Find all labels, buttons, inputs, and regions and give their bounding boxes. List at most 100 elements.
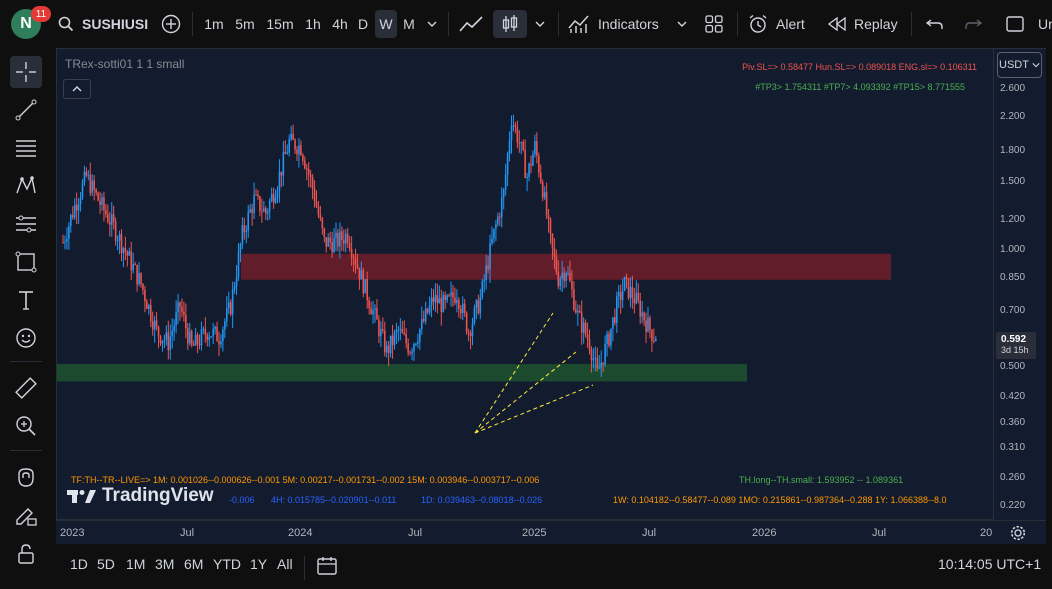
ruler-tool[interactable] [10, 372, 42, 404]
candle-body [101, 197, 103, 205]
timeframe-1h[interactable]: 1h [300, 10, 326, 38]
candle-body [134, 264, 136, 266]
magnet-tool[interactable] [10, 462, 42, 494]
chart-pane[interactable]: TRex-sotti01 1 1 small Piv.SL=> 0.58477 … [56, 48, 994, 520]
goto-date-button[interactable] [316, 555, 338, 582]
range-3m[interactable]: 3M [155, 556, 174, 572]
candle-body [300, 145, 302, 155]
candle-body [565, 273, 567, 281]
candle-body [276, 190, 279, 198]
candle-body [169, 336, 172, 351]
candle-body [374, 308, 376, 311]
timeframe-d[interactable]: D [354, 10, 372, 38]
candle-body [491, 238, 493, 244]
price-tick-label: 0.700 [1000, 304, 1026, 316]
compare-button[interactable] [158, 10, 184, 38]
alert-label: Alert [776, 16, 805, 32]
shapes-tool[interactable] [10, 246, 42, 278]
lock-drawing-tool[interactable] [10, 500, 42, 532]
time-axis[interactable]: 2023 Jul 2024 Jul 2025 Jul 2026 Jul 20 [56, 520, 1046, 544]
candle-body [284, 152, 287, 154]
fib-tool[interactable] [10, 132, 42, 164]
indicators-button[interactable]: Indicators [568, 10, 668, 38]
clock[interactable]: 10:14:05 UTC+1 [938, 556, 1041, 572]
candle-body [610, 328, 612, 346]
candle-body [582, 322, 585, 333]
candle-body [617, 292, 620, 297]
candle-body [362, 270, 365, 294]
chart-settings-button[interactable] [1010, 525, 1026, 546]
candle-body [563, 272, 565, 281]
price-tick-label: 0.310 [1000, 442, 1026, 454]
price-tick-label: 0.850 [1000, 271, 1026, 283]
timeframe-dropdown[interactable] [422, 10, 442, 38]
timeframe-5m[interactable]: 5m [231, 10, 259, 38]
unnamed-layout-label[interactable]: Ur [1038, 10, 1052, 38]
chart-type-dropdown[interactable] [530, 10, 550, 38]
settings-icon [1010, 525, 1026, 541]
time-tick-label: Jul [408, 527, 423, 539]
collapse-legend-button[interactable] [63, 79, 91, 99]
candle-countdown: 3d 15h [1001, 345, 1029, 355]
timeframe-15m[interactable]: 15m [263, 10, 297, 38]
range-1m[interactable]: 1M [126, 556, 145, 572]
lock-tool[interactable] [10, 538, 42, 570]
currency-select[interactable]: USDT [997, 52, 1042, 78]
candle-body [270, 194, 273, 201]
text-tool[interactable] [10, 284, 42, 316]
candle-body [543, 192, 546, 198]
candle-body [499, 216, 501, 218]
undo-button[interactable] [922, 10, 948, 38]
pattern-tool[interactable] [10, 170, 42, 202]
candle-body [288, 139, 290, 153]
divider [10, 450, 42, 451]
fullscreen-button[interactable] [1002, 10, 1028, 38]
zoom-tool[interactable] [10, 410, 42, 442]
range-6m[interactable]: 6M [184, 556, 203, 572]
candle-body [504, 174, 507, 190]
timeframe-1m[interactable]: 1m [200, 10, 228, 38]
price-tick-label: 2.600 [1000, 83, 1026, 94]
price-tick-label: 0.420 [1000, 390, 1026, 402]
current-price-value: 0.592 [1001, 334, 1027, 345]
range-all[interactable]: All [277, 556, 293, 572]
indicators-dropdown[interactable] [672, 10, 692, 38]
bottom-toolbar: 1D 5D 1M 3M 6M YTD 1Y All 10:14:05 UTC+1 [56, 546, 1052, 589]
timeframe-4h[interactable]: 4h [327, 10, 353, 38]
price-tick-label: 0.360 [1000, 416, 1026, 428]
calendar-icon [317, 557, 337, 575]
candle-body [163, 339, 166, 341]
forecast-tool[interactable] [10, 208, 42, 240]
candle-body [266, 211, 269, 214]
candle-body [364, 279, 367, 294]
range-1d[interactable]: 1D [70, 556, 88, 572]
candle-body [148, 304, 150, 310]
candles-button[interactable] [493, 10, 527, 38]
candle-body [539, 172, 542, 183]
layout-button[interactable] [700, 10, 728, 38]
trendline-icon [15, 99, 37, 121]
candle-body [206, 334, 209, 340]
range-5d[interactable]: 5D [97, 556, 115, 572]
range-1y[interactable]: 1Y [250, 556, 267, 572]
trendline-tool[interactable] [10, 94, 42, 126]
emoji-tool[interactable] [10, 322, 42, 354]
symbol-search[interactable]: SUSHIUSI [58, 10, 150, 38]
price-chart[interactable] [57, 49, 995, 521]
lock-icon [18, 544, 34, 564]
indicator-legend[interactable]: TRex-sotti01 1 1 small [65, 57, 184, 71]
range-ytd[interactable]: YTD [213, 556, 241, 572]
redo-button[interactable] [960, 10, 986, 38]
price-axis[interactable]: USDT 2.600 2.200 1.800 1.500 1.200 1.000 0.850… [994, 48, 1046, 520]
replay-button[interactable]: Replay [828, 10, 902, 38]
candle-body [66, 238, 68, 242]
divider [911, 12, 912, 36]
candle-body [647, 317, 649, 332]
crosshair-tool[interactable] [10, 56, 42, 88]
line-chart-button[interactable] [455, 10, 487, 38]
candle-body [444, 295, 446, 301]
timeframe-m[interactable]: M [399, 10, 419, 38]
alert-button[interactable]: Alert [748, 10, 814, 38]
candle-body [304, 160, 306, 169]
timeframe-w[interactable]: W [375, 10, 397, 38]
